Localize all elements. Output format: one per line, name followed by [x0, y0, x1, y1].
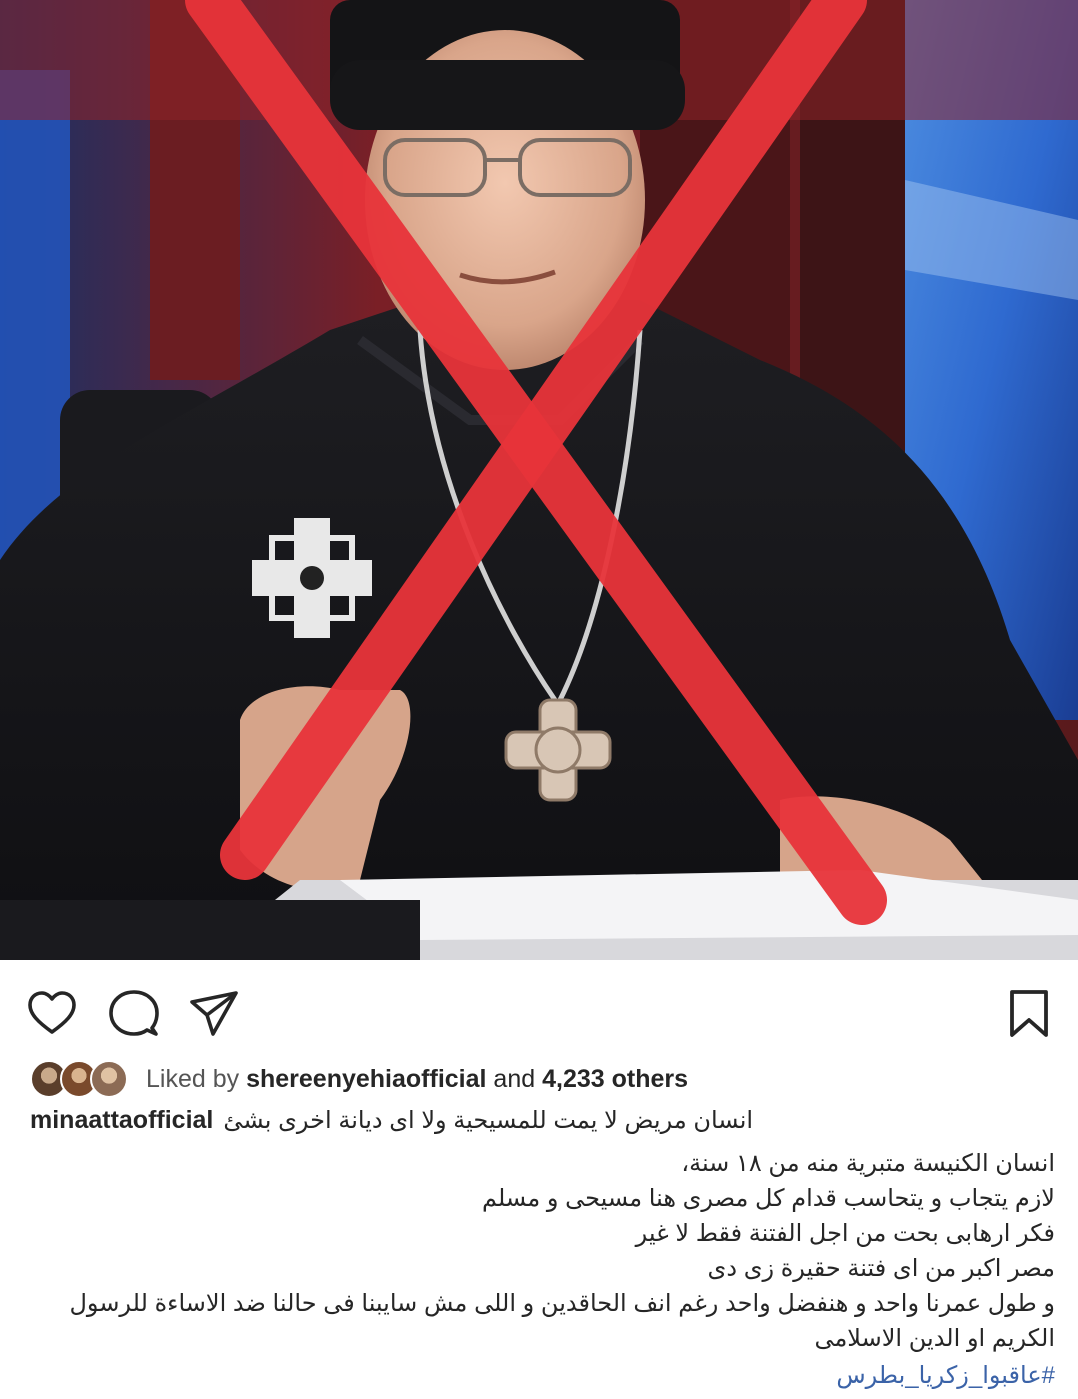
send-icon[interactable] — [188, 988, 240, 1040]
caption-username[interactable]: minaattaofficial — [30, 1106, 213, 1135]
caption-first-line: minaattaofficial انسان مريض لا يمت للمسي… — [30, 1106, 1055, 1146]
post-caption: minaattaofficial انسان مريض لا يمت للمسي… — [30, 1106, 1055, 1396]
caption-line: انسان مريض لا يمت للمسيحية ولا اى ديانة … — [223, 1107, 754, 1134]
caption-line: الكريم او الدين الاسلامى — [814, 1325, 1055, 1352]
comment-icon[interactable] — [108, 988, 160, 1040]
likes-summary: Liked by shereenyehiaofficial and 4,233 … — [146, 1065, 688, 1094]
liker-username[interactable]: shereenyehiaofficial — [246, 1065, 486, 1093]
caption-line: مصر اكبر من اى فتنة حقيرة زى دى — [707, 1255, 1055, 1282]
bookmark-icon[interactable] — [1000, 988, 1058, 1040]
caption-line: لازم يتجاب و يتحاسب قدام كل مصرى هنا مسي… — [481, 1185, 1055, 1212]
caption-hashtag[interactable]: #عاقبوا_زكريا_بطرس — [30, 1356, 1055, 1396]
avatar — [90, 1060, 128, 1098]
post-action-bar — [0, 960, 1078, 1060]
caption-line: انسان الكنيسة متبرية منه من ١٨ سنة، — [681, 1150, 1055, 1177]
post-image[interactable] — [0, 0, 1078, 960]
liker-avatars[interactable] — [30, 1060, 132, 1098]
likes-others-count[interactable]: 4,233 others — [542, 1065, 688, 1093]
likes-middle: and — [493, 1064, 536, 1093]
post-photo-graphic — [0, 0, 1078, 960]
heart-icon[interactable] — [26, 988, 78, 1040]
caption-line: و طول عمرنا واحد و هنفضل واحد رغم انف ال… — [69, 1290, 1055, 1317]
likes-row: Liked by shereenyehiaofficial and 4,233 … — [30, 1058, 688, 1100]
caption-line: فكر ارهابى بحت من اجل الفتنة فقط لا غير — [635, 1220, 1055, 1247]
likes-prefix: Liked by — [146, 1064, 240, 1093]
caption-body: انسان الكنيسة متبرية منه من ١٨ سنة، لازم… — [30, 1146, 1055, 1396]
